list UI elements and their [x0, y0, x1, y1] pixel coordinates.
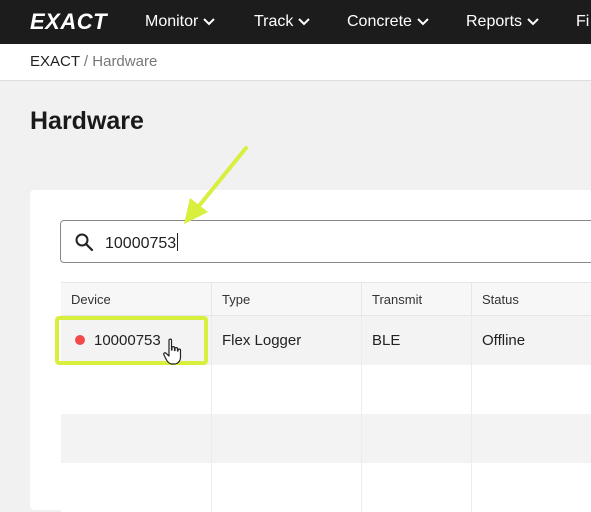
nav-item-concrete[interactable]: Concrete — [347, 12, 429, 32]
table-header: Device Type Transmit Status — [61, 282, 591, 316]
breadcrumb: EXACT / Hardware — [30, 53, 157, 71]
breadcrumb-bar: EXACT / Hardware — [0, 44, 591, 81]
cell-empty — [211, 463, 361, 512]
cell-empty — [211, 365, 361, 414]
table-row-empty — [61, 414, 591, 463]
top-nav: EXACT Monitor Track Concrete Reports Fi — [0, 0, 591, 44]
nav-item-fi[interactable]: Fi — [576, 12, 589, 32]
column-header-status[interactable]: Status — [471, 283, 591, 316]
column-header-transmit[interactable]: Transmit — [361, 283, 471, 316]
column-header-type[interactable]: Type — [211, 283, 361, 316]
offline-status-dot — [75, 335, 85, 345]
breadcrumb-separator: / — [83, 53, 89, 70]
cell-empty — [361, 414, 471, 463]
nav-item-monitor[interactable]: Monitor — [145, 12, 216, 32]
cell-empty — [61, 365, 211, 414]
app-logo[interactable]: EXACT — [30, 9, 107, 35]
nav-item-label: Monitor — [145, 13, 199, 31]
table-row-empty — [61, 365, 591, 414]
nav-item-label: Concrete — [347, 13, 412, 31]
cell-status: Offline — [471, 316, 591, 365]
breadcrumb-current: Hardware — [92, 53, 158, 70]
cell-empty — [211, 414, 361, 463]
search-input-text: 10000753 — [105, 235, 177, 252]
device-id: 10000753 — [94, 332, 161, 349]
search-icon — [74, 232, 94, 257]
cell-type: Flex Logger — [211, 316, 361, 365]
column-header-device[interactable]: Device — [61, 283, 211, 316]
chevron-down-icon — [203, 12, 216, 32]
cell-empty — [471, 414, 591, 463]
search-input-value: 10000753 — [105, 233, 179, 254]
chevron-down-icon — [417, 12, 429, 32]
page-title: Hardware — [30, 107, 144, 135]
cell-empty — [471, 463, 591, 512]
nav-item-label: Track — [254, 13, 294, 31]
cell-empty — [361, 463, 471, 512]
nav-item-track[interactable]: Track — [254, 12, 311, 32]
text-caret — [177, 233, 179, 251]
table-row-empty — [61, 463, 591, 512]
cell-empty — [61, 463, 211, 512]
chevron-down-icon — [298, 12, 311, 32]
cell-transmit: BLE — [361, 316, 471, 365]
cell-empty — [361, 365, 471, 414]
cell-empty — [61, 414, 211, 463]
nav-item-reports[interactable]: Reports — [466, 12, 539, 32]
chevron-down-icon — [527, 12, 539, 32]
nav-item-label: Reports — [466, 13, 523, 31]
breadcrumb-root[interactable]: EXACT — [30, 53, 80, 70]
cell-device[interactable]: 10000753 — [61, 316, 211, 365]
table-row[interactable]: 10000753 Flex Logger BLE Offline — [61, 316, 591, 365]
search-input[interactable]: 10000753 — [60, 220, 591, 263]
cell-empty — [471, 365, 591, 414]
nav-item-label: Fi — [576, 13, 590, 30]
